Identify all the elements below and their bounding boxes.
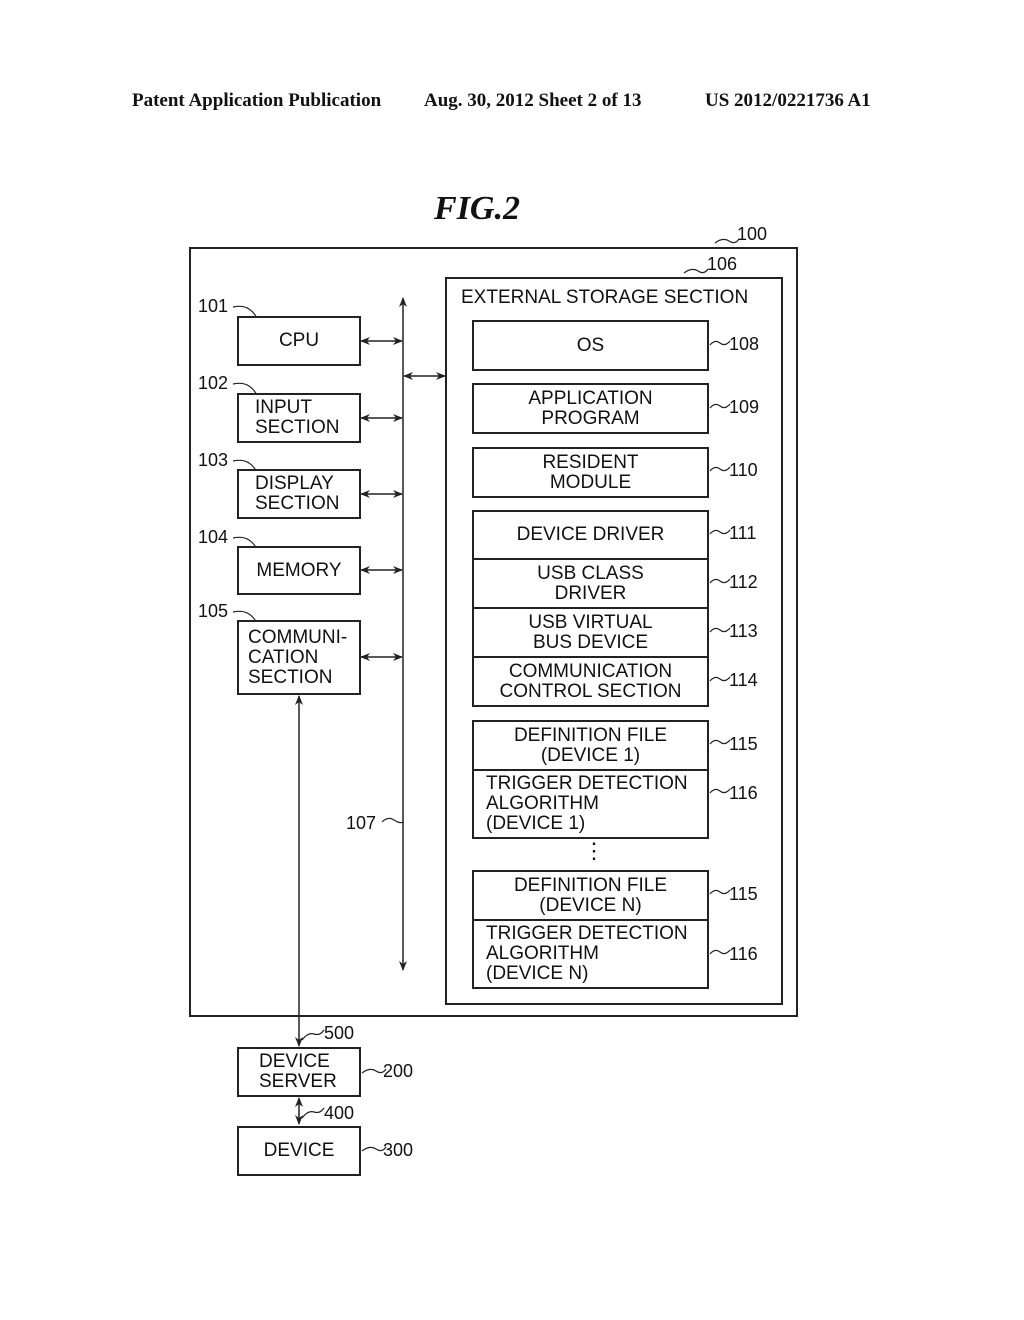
ref-102: 102 xyxy=(198,373,229,393)
ref-115-device-1: 115 xyxy=(729,734,758,754)
resident-module-box: RESIDENT MODULE xyxy=(472,447,709,498)
ref-114: 114 xyxy=(729,670,758,690)
ref-112: 112 xyxy=(729,572,758,592)
ref-500: 500 xyxy=(324,1023,355,1043)
storage-title: EXTERNAL STORAGE SECTION xyxy=(461,287,749,308)
ref-103: 103 xyxy=(198,450,229,470)
communication-control-section-box: COMMUNICATION CONTROL SECTION xyxy=(472,656,709,707)
trigger-detection-algorithm-device-n-box: TRIGGER DETECTION ALGORITHM (DEVICE N) xyxy=(472,919,709,989)
ref-108: 108 xyxy=(729,334,760,354)
os-box: OS xyxy=(472,320,709,371)
ellipsis-more-devices: ⋮ xyxy=(583,838,605,863)
ref-106: 106 xyxy=(707,254,738,274)
ref-116-device-n: 116 xyxy=(729,944,758,964)
application-program-box: APPLICATION PROGRAM xyxy=(472,383,709,434)
ref-107: 107 xyxy=(346,813,377,833)
memory-box: MEMORY xyxy=(237,546,361,595)
usb-class-driver-box: USB CLASS DRIVER xyxy=(472,558,709,609)
ref-400: 400 xyxy=(324,1103,355,1123)
ref-200: 200 xyxy=(383,1061,414,1081)
ref-110: 110 xyxy=(729,460,758,480)
ref-111: 111 xyxy=(729,523,757,543)
ref-113: 113 xyxy=(729,621,758,641)
ref-115-device-n: 115 xyxy=(729,884,758,904)
ref-105: 105 xyxy=(198,601,229,621)
input-section-box: INPUT SECTION xyxy=(237,393,361,443)
ref-101: 101 xyxy=(198,296,229,316)
ref-300: 300 xyxy=(383,1140,414,1160)
definition-file-device-1-box: DEFINITION FILE (DEVICE 1) xyxy=(472,720,709,771)
usb-virtual-bus-device-box: USB VIRTUAL BUS DEVICE xyxy=(472,607,709,658)
definition-file-device-n-box: DEFINITION FILE (DEVICE N) xyxy=(472,870,709,921)
ref-116-device-1: 116 xyxy=(729,783,758,803)
device-driver-box: DEVICE DRIVER xyxy=(472,510,709,560)
device-box: DEVICE xyxy=(237,1126,361,1176)
ref-100: 100 xyxy=(737,224,768,244)
ref-109: 109 xyxy=(729,397,760,417)
cpu-box: CPU xyxy=(237,316,361,366)
trigger-detection-algorithm-device-1-box: TRIGGER DETECTION ALGORITHM (DEVICE 1) xyxy=(472,769,709,839)
display-section-box: DISPLAY SECTION xyxy=(237,469,361,519)
communication-section-box: COMMUNI- CATION SECTION xyxy=(237,620,361,695)
device-server-box: DEVICE SERVER xyxy=(237,1047,361,1097)
ref-104: 104 xyxy=(198,527,229,547)
